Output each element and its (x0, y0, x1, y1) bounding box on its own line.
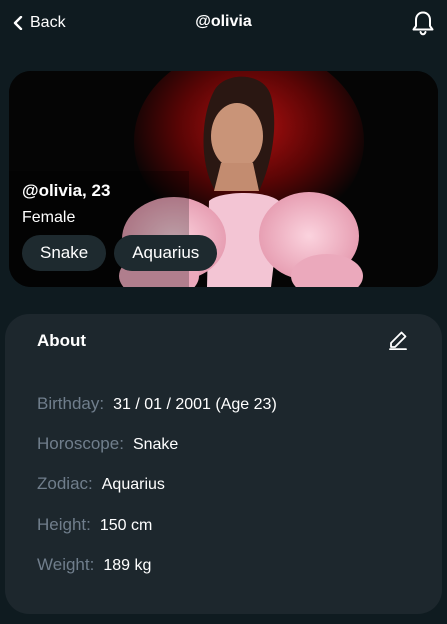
zodiac-chip: Aquarius (114, 235, 218, 271)
height-value: 150 cm (99, 517, 153, 534)
birthday-label: Birthday: (37, 394, 105, 413)
horoscope-label: Horoscope: (37, 434, 124, 453)
zodiac-field: Zodiac: Aquarius (37, 474, 165, 494)
weight-label: Weight: (37, 555, 95, 574)
height-label: Height: (37, 515, 91, 534)
tag-chips: Snake Aquarius (22, 235, 218, 271)
about-title: About (37, 331, 87, 350)
pencil-icon[interactable] (388, 330, 408, 350)
horoscope-chip: Snake (22, 235, 107, 271)
birthday-value: 31 / 01 / 2001 (Age 23) (113, 396, 277, 413)
bell-icon[interactable] (411, 10, 435, 36)
weight-value: 189 kg (103, 557, 152, 574)
about-card: About Birthday: 31 / 01 / 2001 (Age 23) … (5, 314, 442, 614)
weight-field: Weight: 189 kg (37, 555, 151, 575)
page-title: @olivia (195, 13, 252, 30)
profile-name-age: @olivia, 23 (22, 181, 111, 200)
profile-gender: Female (22, 209, 76, 226)
profile-card: @olivia, 23 Female Snake Aquarius (9, 71, 438, 287)
birthday-field: Birthday: 31 / 01 / 2001 (Age 23) (37, 394, 277, 414)
horoscope-value: Snake (132, 436, 179, 453)
profile-info: @olivia, 23 Female Snake Aquarius (22, 181, 218, 271)
zodiac-value: Aquarius (101, 476, 165, 493)
height-field: Height: 150 cm (37, 515, 152, 535)
zodiac-label: Zodiac: (37, 474, 93, 493)
horoscope-field: Horoscope: Snake (37, 434, 178, 454)
top-bar: Back @olivia (0, 0, 447, 46)
